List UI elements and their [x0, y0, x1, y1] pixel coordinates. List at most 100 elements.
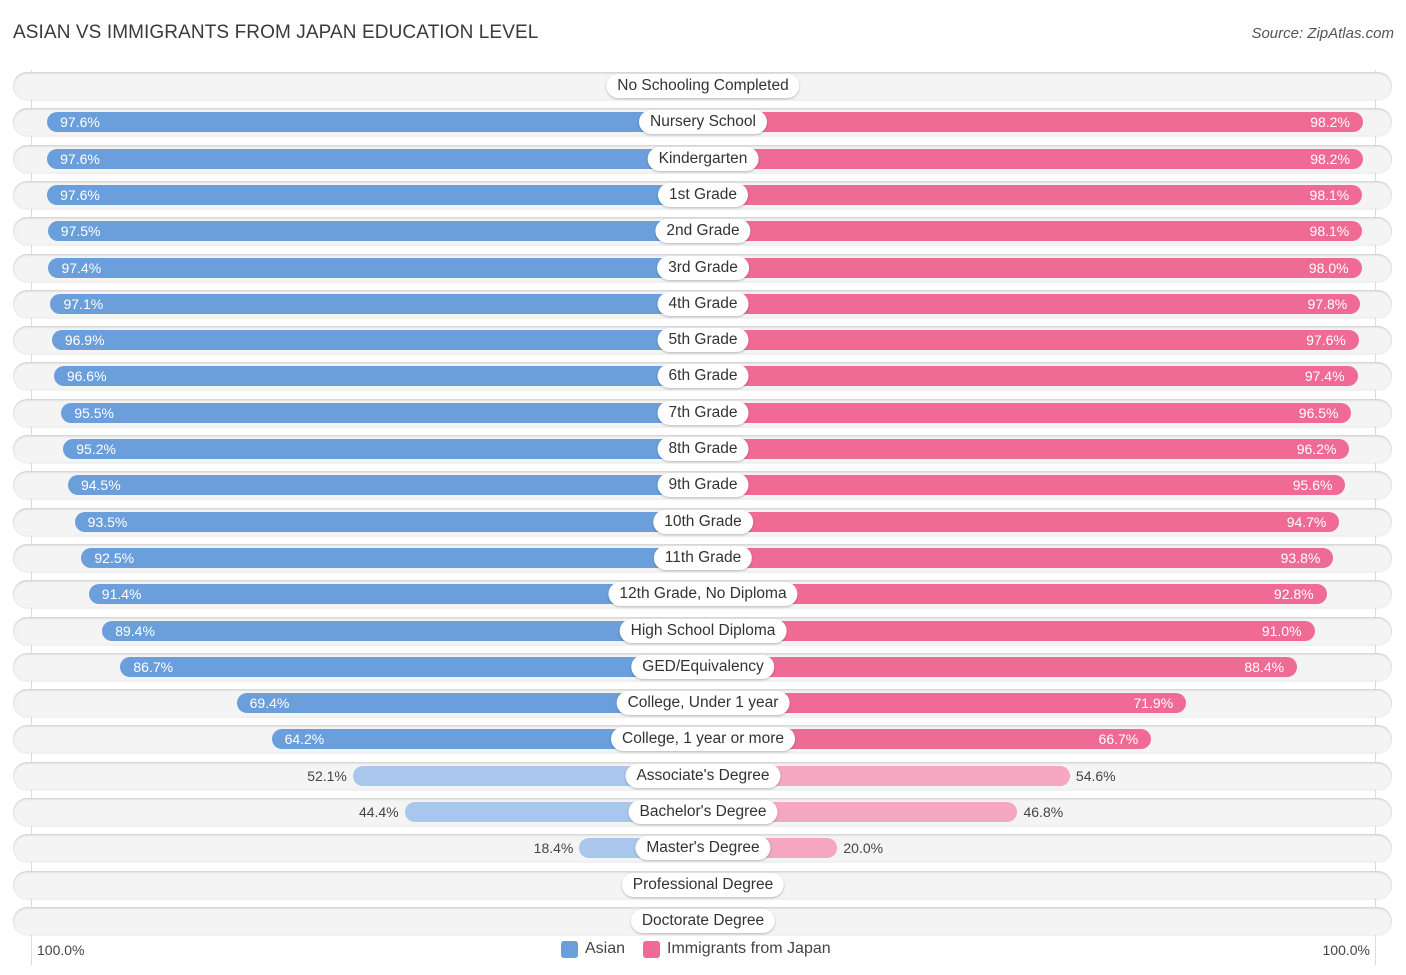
- bar-asian[interactable]: [47, 148, 703, 169]
- bar-asian[interactable]: [63, 439, 703, 459]
- value-label-japan: 98.2%: [1310, 114, 1350, 131]
- category-label: Kindergarten: [647, 146, 759, 171]
- bar-asian[interactable]: [48, 257, 703, 278]
- value-label-asian: 95.2%: [76, 441, 116, 457]
- bar-japan[interactable]: [703, 257, 1362, 278]
- category-label: 3rd Grade: [657, 255, 749, 280]
- category-label: Master's Degree: [635, 836, 771, 861]
- value-label-japan: 66.7%: [1098, 731, 1139, 748]
- bar-asian[interactable]: [67, 475, 703, 496]
- value-label-japan: 94.7%: [1286, 513, 1327, 530]
- value-label-japan: 98.0%: [1308, 259, 1349, 276]
- value-label-japan: 95.6%: [1292, 477, 1333, 494]
- category-label: Associate's Degree: [625, 763, 781, 788]
- value-label-japan: 71.9%: [1133, 695, 1174, 712]
- bar-japan[interactable]: [703, 620, 1315, 641]
- value-label-japan: 46.8%: [1023, 804, 1064, 820]
- category-label: Nursery School: [639, 110, 767, 135]
- value-label-japan: 96.2%: [1296, 441, 1337, 457]
- bar-asian[interactable]: [50, 293, 703, 314]
- bar-japan[interactable]: [703, 148, 1363, 169]
- bar-japan[interactable]: [703, 330, 1359, 351]
- category-label: 11th Grade: [653, 545, 753, 570]
- value-label-japan: 54.6%: [1075, 767, 1116, 784]
- legend-label-asian: Asian: [585, 940, 626, 957]
- axis-left-label: 100.0%: [37, 942, 85, 958]
- value-label-asian: 97.6%: [60, 114, 100, 131]
- category-label: Professional Degree: [621, 872, 785, 897]
- category-label: Doctorate Degree: [630, 908, 776, 933]
- category-label: High School Diploma: [619, 618, 787, 643]
- bar-japan[interactable]: [703, 402, 1352, 423]
- chart-plot-area: 2.4%1.9%No Schooling Completed97.6%98.2%…: [0, 0, 1406, 975]
- value-label-japan: 93.8%: [1280, 549, 1321, 566]
- legend: Asian Immigrants from Japan: [561, 940, 849, 958]
- bar-asian[interactable]: [120, 656, 703, 677]
- bar-asian[interactable]: [53, 366, 703, 387]
- category-label: College, Under 1 year: [616, 691, 790, 716]
- bar-asian[interactable]: [74, 511, 703, 532]
- category-label: 10th Grade: [653, 509, 753, 534]
- category-label: No Schooling Completed: [606, 74, 800, 98]
- value-label-asian: 94.5%: [80, 477, 121, 494]
- legend-swatch-asian: [561, 940, 578, 958]
- bar-asian[interactable]: [51, 330, 703, 351]
- value-label-japan: 98.1%: [1309, 186, 1350, 203]
- value-label-asian: 91.4%: [101, 586, 142, 603]
- bar-japan[interactable]: [703, 112, 1363, 133]
- bar-japan[interactable]: [703, 293, 1361, 314]
- value-label-asian: 92.5%: [94, 549, 135, 566]
- category-label: 1st Grade: [657, 182, 749, 207]
- bar-japan[interactable]: [703, 656, 1298, 677]
- bar-japan[interactable]: [703, 511, 1340, 532]
- value-label-asian: 69.4%: [249, 695, 290, 712]
- legend-item-japan[interactable]: Immigrants from Japan: [643, 940, 831, 958]
- axis-right-label: 100.0%: [1322, 942, 1370, 958]
- value-label-asian: 97.6%: [60, 150, 100, 167]
- category-label: 6th Grade: [657, 364, 749, 389]
- bar-japan[interactable]: [703, 221, 1363, 242]
- value-label-asian: 89.4%: [115, 622, 155, 639]
- value-label-japan: 97.4%: [1304, 368, 1345, 385]
- bar-japan[interactable]: [703, 184, 1363, 205]
- legend-item-asian[interactable]: Asian: [561, 940, 625, 958]
- bar-asian[interactable]: [81, 547, 703, 568]
- bar-asian[interactable]: [61, 402, 703, 423]
- value-label-japan: 91.0%: [1261, 622, 1302, 639]
- bar-japan[interactable]: [703, 439, 1350, 459]
- value-label-asian: 97.5%: [60, 223, 101, 240]
- value-label-asian: 93.5%: [87, 513, 128, 530]
- value-label-japan: 97.8%: [1307, 295, 1348, 312]
- category-label: 8th Grade: [657, 437, 749, 461]
- value-label-japan: 96.5%: [1298, 404, 1339, 421]
- bar-japan[interactable]: [703, 366, 1358, 387]
- value-label-japan: 97.6%: [1306, 332, 1346, 349]
- value-label-japan: 98.1%: [1309, 223, 1350, 240]
- value-label-asian: 18.4%: [533, 840, 574, 857]
- bar-japan[interactable]: [703, 475, 1346, 496]
- value-label-asian: 44.4%: [358, 804, 399, 820]
- category-label: GED/Equivalency: [631, 654, 775, 679]
- bar-asian[interactable]: [47, 184, 703, 205]
- value-label-asian: 97.6%: [60, 186, 100, 203]
- value-label-asian: 64.2%: [284, 731, 325, 748]
- bar-asian[interactable]: [47, 221, 703, 242]
- value-label-japan: 98.2%: [1310, 150, 1350, 167]
- bar-japan[interactable]: [703, 547, 1334, 568]
- category-label: 4th Grade: [657, 291, 749, 316]
- bar-asian[interactable]: [102, 620, 703, 641]
- category-label: 5th Grade: [657, 328, 749, 353]
- value-label-asian: 96.6%: [66, 368, 107, 385]
- value-label-asian: 52.1%: [307, 767, 347, 784]
- value-label-asian: 86.7%: [133, 658, 174, 675]
- legend-swatch-japan: [643, 940, 661, 958]
- category-label: 2nd Grade: [655, 219, 751, 244]
- legend-label-japan: Immigrants from Japan: [667, 940, 831, 957]
- value-label-asian: 97.4%: [61, 259, 102, 276]
- category-label: 12th Grade, No Diploma: [608, 582, 798, 607]
- value-label-asian: 97.1%: [63, 295, 104, 312]
- bar-asian[interactable]: [47, 112, 703, 133]
- value-label-japan: 92.8%: [1273, 586, 1314, 603]
- value-label-japan: 20.0%: [843, 840, 884, 857]
- category-label: College, 1 year or more: [611, 727, 795, 752]
